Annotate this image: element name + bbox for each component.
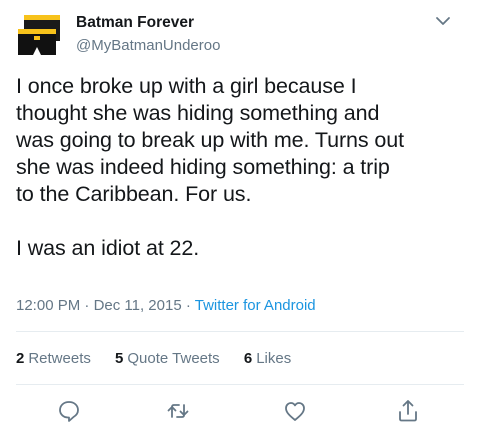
tweet-meta: 12:00 PM · Dec 11, 2015 · Twitter for An… bbox=[16, 297, 316, 314]
likes-count: 6 bbox=[243, 350, 253, 367]
tweet-text: I once broke up with a girl because I th… bbox=[16, 73, 474, 262]
chevron-down-icon[interactable] bbox=[434, 14, 452, 28]
author-handle[interactable]: @MyBatmanUnderoo bbox=[76, 37, 220, 54]
retweets-label: Retweets bbox=[28, 350, 91, 367]
meta-separator: · bbox=[80, 297, 94, 314]
retweets-count: 2 bbox=[16, 350, 25, 367]
tweet-stats: 2 Retweets 5 Quote Tweets 6 Likes bbox=[16, 350, 311, 367]
action-bar bbox=[0, 392, 480, 428]
retweet-icon[interactable] bbox=[163, 396, 193, 426]
avatar[interactable] bbox=[16, 11, 68, 59]
reply-icon[interactable] bbox=[54, 396, 84, 426]
underwear-avatar-icon bbox=[18, 15, 60, 55]
share-icon[interactable] bbox=[393, 396, 423, 426]
tweet-text-line: thought she was hiding something and bbox=[16, 101, 380, 125]
like-icon[interactable] bbox=[280, 396, 310, 426]
tweet-source-link[interactable]: Twitter for Android bbox=[195, 297, 316, 314]
tweet-text-line: to the Caribbean. For us. bbox=[16, 182, 252, 206]
author-name[interactable]: Batman Forever bbox=[76, 14, 194, 32]
tweet-date[interactable]: Dec 11, 2015 bbox=[94, 297, 182, 314]
likes-stat[interactable]: 6 Likes bbox=[244, 350, 291, 367]
retweets-stat[interactable]: 2 Retweets bbox=[16, 350, 91, 367]
quote-tweets-stat[interactable]: 5 Quote Tweets bbox=[115, 350, 220, 367]
quote-tweets-label: Quote Tweets bbox=[127, 350, 220, 367]
divider bbox=[16, 331, 464, 332]
tweet-card: Batman Forever @MyBatmanUnderoo I once b… bbox=[0, 0, 480, 435]
quote-tweets-count: 5 bbox=[115, 350, 124, 367]
likes-label: Likes bbox=[256, 350, 292, 367]
tweet-text-line: was going to break up with me. Turns out bbox=[16, 128, 404, 152]
tweet-text-line: she was indeed hiding something: a trip bbox=[16, 155, 390, 179]
divider bbox=[16, 384, 464, 385]
meta-separator: · bbox=[181, 297, 195, 314]
tweet-time[interactable]: 12:00 PM bbox=[16, 297, 80, 314]
tweet-text-line: I was an idiot at 22. bbox=[16, 236, 200, 260]
tweet-text-line: I once broke up with a girl because I bbox=[16, 74, 357, 98]
